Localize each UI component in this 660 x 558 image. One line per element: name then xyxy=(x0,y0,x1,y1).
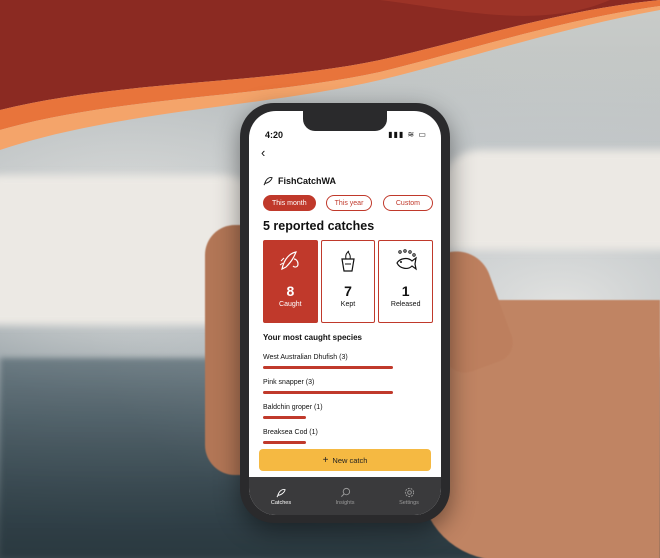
page-title: 5 reported catches xyxy=(263,219,375,233)
tab-catches[interactable]: Catches xyxy=(256,487,306,506)
fish-hook-icon xyxy=(280,251,299,271)
card-caught[interactable]: 8 Caught xyxy=(263,240,318,323)
tab-catches-label: Catches xyxy=(270,499,292,506)
tab-this-month[interactable]: This month xyxy=(263,195,316,211)
stats-cards: 8 Caught 7 Kept 1 Released xyxy=(263,240,434,323)
new-catch-label: New catch xyxy=(332,455,368,465)
tab-insights-label: Insights xyxy=(335,499,355,506)
bottom-tab-bar: Catches Insights Settings xyxy=(249,477,441,515)
species-name: West Australian Dhufish (3) xyxy=(263,354,348,361)
species-bar xyxy=(263,366,393,369)
species-item[interactable]: Pink snapper (3) xyxy=(263,379,433,394)
species-item[interactable]: Breaksea Cod (1) xyxy=(263,429,433,444)
species-bar xyxy=(263,416,306,419)
species-bar xyxy=(263,441,306,444)
status-icons: ▮▮▮ ≋ ▭ xyxy=(388,130,427,139)
species-section-title: Your most caught species xyxy=(263,333,362,342)
species-name: Baldchin groper (1) xyxy=(263,404,323,411)
phone-screen: 4:20 ▮▮▮ ≋ ▭ ‹ FishCatchWA This month Th… xyxy=(249,111,441,515)
period-filter: This month This year Custom xyxy=(263,195,433,211)
species-bar xyxy=(263,391,393,394)
fish-icon xyxy=(263,176,273,186)
caught-value: 8 xyxy=(286,283,295,299)
tab-settings[interactable]: Settings xyxy=(384,487,434,506)
released-fish-icon xyxy=(395,249,417,271)
card-released[interactable]: 1 Released xyxy=(378,240,434,323)
new-catch-button[interactable]: + New catch xyxy=(259,449,431,471)
tab-insights[interactable]: Insights xyxy=(320,487,370,506)
tab-this-year[interactable]: This year xyxy=(325,195,373,211)
insights-icon xyxy=(340,487,350,497)
tab-custom[interactable]: Custom xyxy=(382,195,433,211)
back-button[interactable]: ‹ xyxy=(261,145,265,160)
bucket-icon xyxy=(341,250,355,272)
brand: FishCatchWA xyxy=(263,175,336,186)
kept-label: Kept xyxy=(340,301,356,308)
caught-label: Caught xyxy=(279,301,302,308)
fish-icon xyxy=(276,488,286,497)
species-name: Pink snapper (3) xyxy=(263,379,315,386)
phone-device: 4:20 ▮▮▮ ≋ ▭ ‹ FishCatchWA This month Th… xyxy=(240,103,450,523)
phone-notch xyxy=(303,111,387,131)
plus-icon: + xyxy=(322,454,329,466)
released-label: Released xyxy=(390,301,421,308)
blurred-boat-right xyxy=(440,150,660,250)
kept-value: 7 xyxy=(344,283,352,299)
gear-icon xyxy=(404,487,414,497)
brand-name: FishCatchWA xyxy=(278,175,337,186)
card-kept[interactable]: 7 Kept xyxy=(320,240,376,323)
species-item[interactable]: Baldchin groper (1) xyxy=(263,404,433,419)
status-time: 4:20 xyxy=(265,130,284,140)
tab-settings-label: Settings xyxy=(399,499,419,506)
species-name: Breaksea Cod (1) xyxy=(263,429,318,436)
released-value: 1 xyxy=(401,283,410,299)
species-item[interactable]: West Australian Dhufish (3) xyxy=(263,354,433,369)
